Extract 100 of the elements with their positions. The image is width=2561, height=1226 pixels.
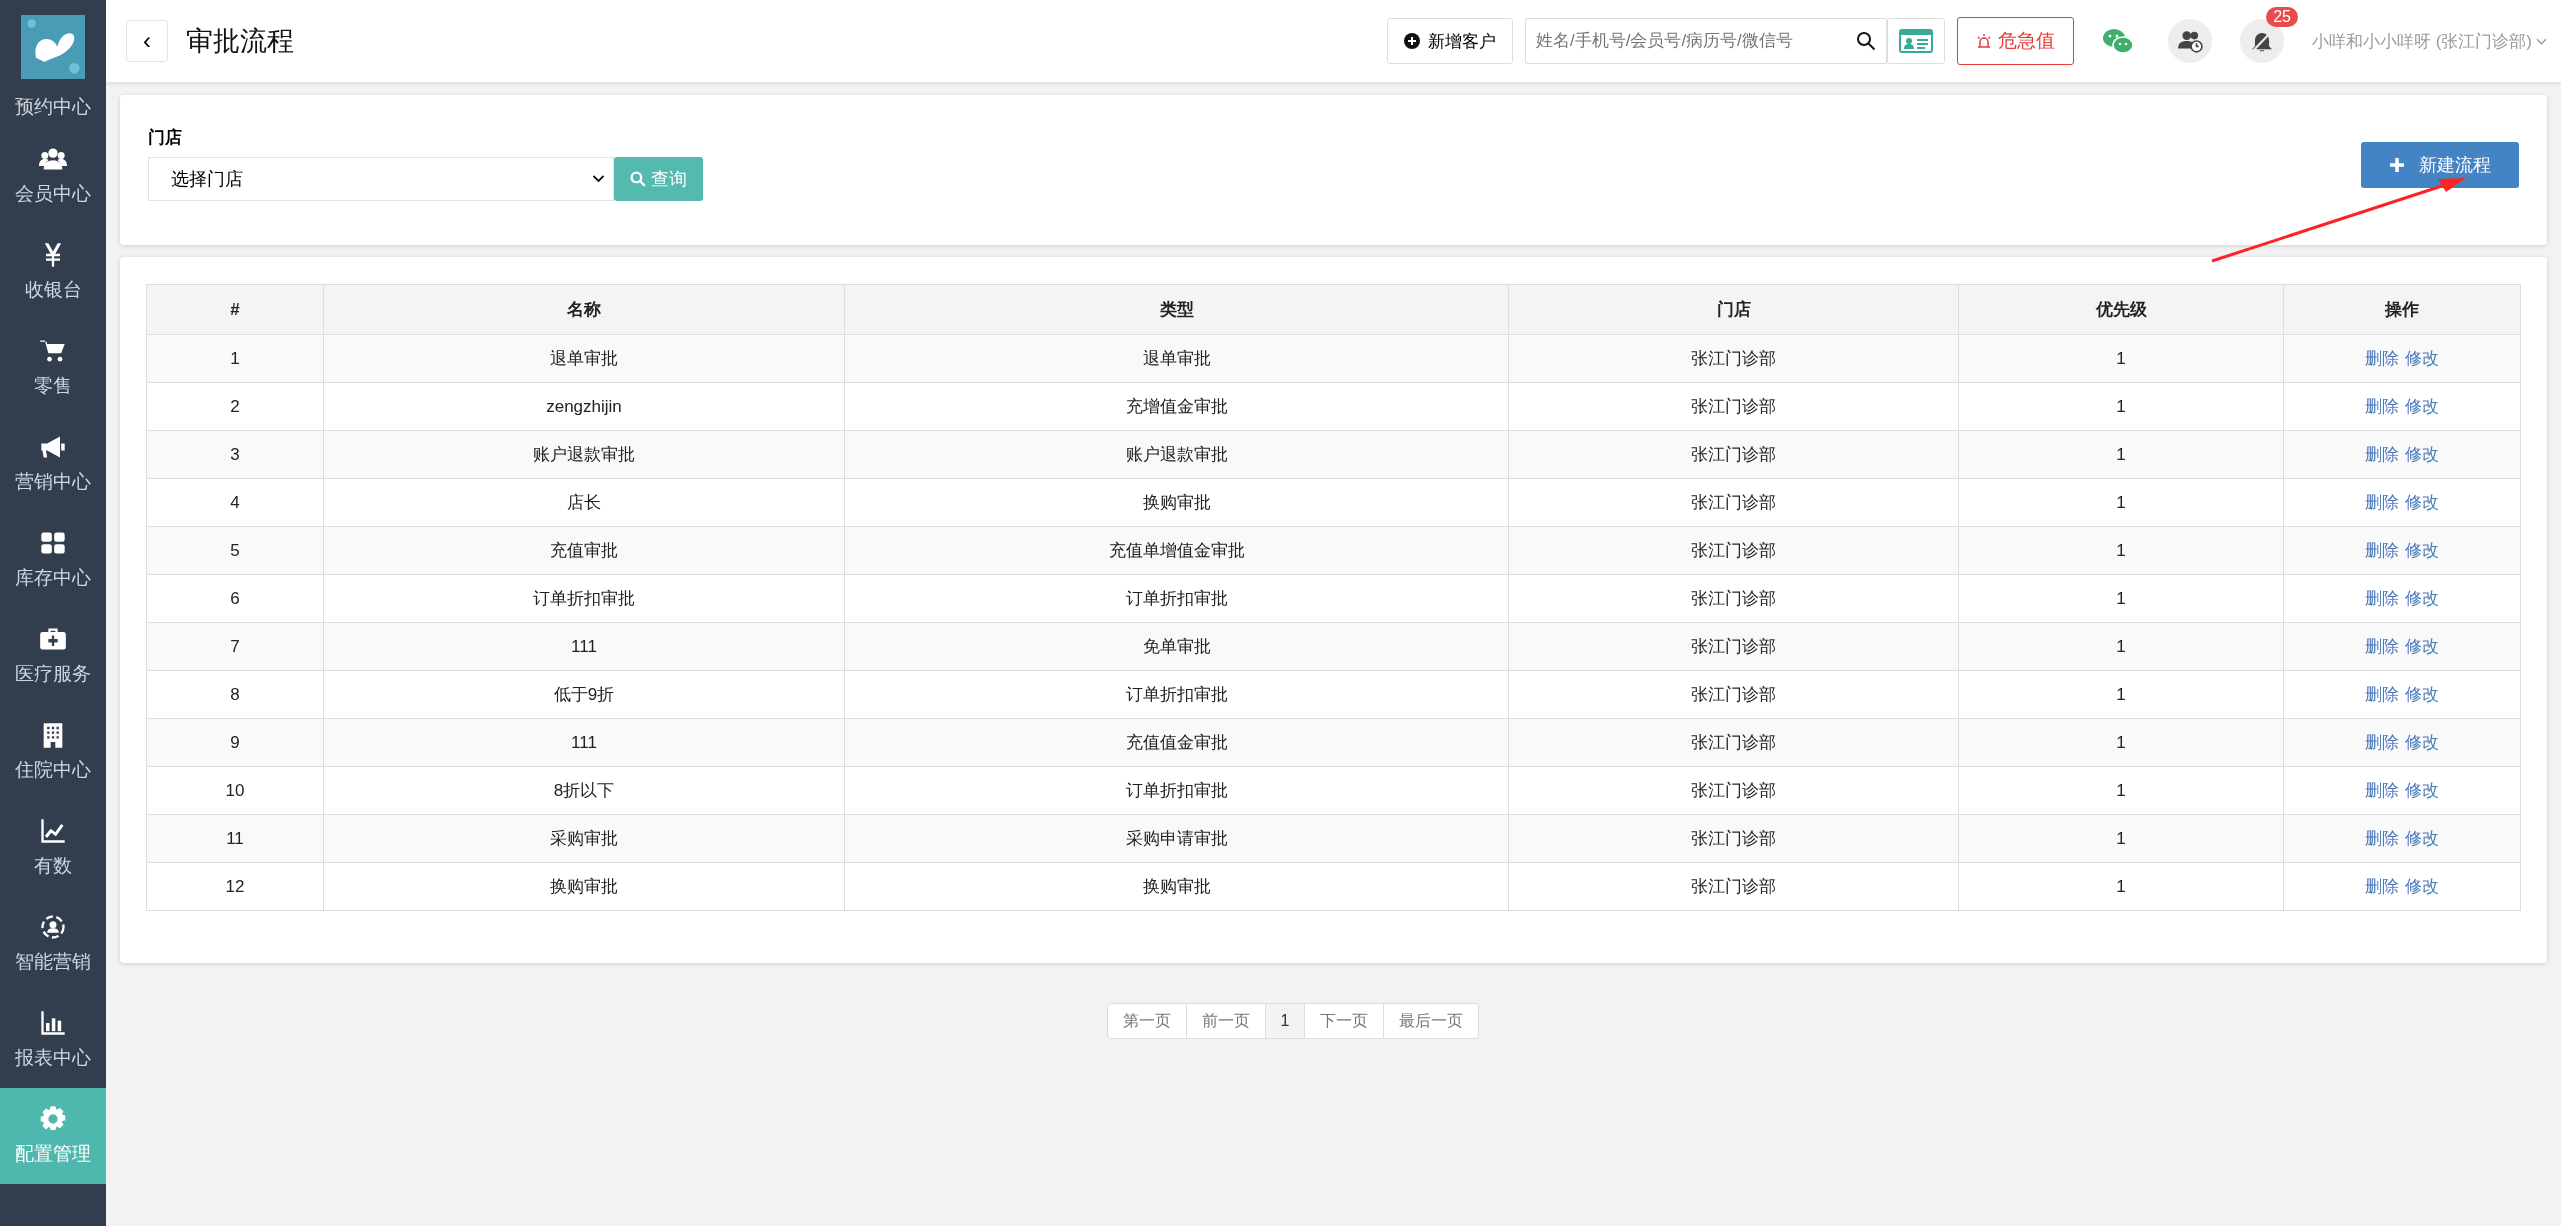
table-cell: 9 — [146, 718, 324, 767]
table-cell: 订单折扣审批 — [844, 670, 1509, 719]
sidebar-item[interactable]: 配置管理 — [0, 1088, 106, 1184]
table-cell: 订单折扣审批 — [323, 574, 845, 623]
chart-icon — [39, 817, 67, 845]
user-group-clock-icon — [2176, 28, 2203, 54]
table-cell: 1 — [1958, 814, 2284, 863]
network-icon — [39, 913, 67, 941]
page-button[interactable]: 最后一页 — [1383, 1003, 1480, 1039]
sidebar-item[interactable]: 智能营销 — [0, 896, 106, 992]
delete-link[interactable]: 删除 — [2365, 733, 2399, 752]
page-button[interactable]: 第一页 — [1106, 1003, 1187, 1039]
table-cell: 充值审批 — [323, 526, 845, 575]
column-header: 类型 — [844, 284, 1509, 335]
edit-link[interactable]: 修改 — [2405, 829, 2439, 848]
table-cell: 账户退款审批 — [323, 430, 845, 479]
table-cell: 1 — [1958, 670, 2284, 719]
table-cell: 1 — [146, 334, 324, 383]
edit-link[interactable]: 修改 — [2405, 733, 2439, 752]
plus-icon — [2389, 157, 2405, 173]
chevron-down-icon — [592, 174, 605, 183]
user-group-clock-button[interactable] — [2167, 19, 2212, 63]
column-header: 操作 — [2283, 284, 2521, 335]
critical-value-button[interactable]: 危急值 — [1956, 17, 2074, 65]
table-cell: 111 — [323, 622, 845, 671]
table-cell: zengzhijin — [323, 382, 845, 431]
delete-link[interactable]: 删除 — [2365, 493, 2399, 512]
edit-link[interactable]: 修改 — [2405, 685, 2439, 704]
edit-link[interactable]: 修改 — [2405, 349, 2439, 368]
table-cell: 1 — [1958, 430, 2284, 479]
settings-icon — [39, 1105, 67, 1133]
table-cell: 免单审批 — [844, 622, 1509, 671]
table-cell: 5 — [146, 526, 324, 575]
sidebar-item[interactable]: 营销中心 — [0, 416, 106, 512]
table-cell: 换购审批 — [844, 478, 1509, 527]
delete-link[interactable]: 删除 — [2365, 829, 2399, 848]
query-button[interactable]: 查询 — [614, 156, 703, 201]
page-button[interactable]: 下一页 — [1304, 1003, 1385, 1039]
sidebar-item[interactable]: 库存中心 — [0, 512, 106, 608]
bars-icon — [39, 1009, 67, 1037]
table-cell: 1 — [1958, 718, 2284, 767]
table-cell: 2 — [146, 382, 324, 431]
page-button[interactable]: 前一页 — [1185, 1003, 1266, 1039]
column-header: 名称 — [323, 284, 845, 335]
delete-link[interactable]: 删除 — [2365, 781, 2399, 800]
edit-link[interactable]: 修改 — [2405, 397, 2439, 416]
sidebar-item[interactable]: 住院中心 — [0, 704, 106, 800]
table-cell: 1 — [1958, 862, 2284, 911]
column-header: 优先级 — [1958, 284, 2284, 335]
table-cell: 1 — [1958, 382, 2284, 431]
edit-link[interactable]: 修改 — [2405, 493, 2439, 512]
edit-link[interactable]: 修改 — [2405, 541, 2439, 560]
caret-icon — [2536, 37, 2547, 45]
table-cell: 张江门诊部 — [1508, 622, 1959, 671]
search-icon — [630, 170, 646, 187]
table-cell: 采购审批 — [323, 814, 845, 863]
table-cell: 张江门诊部 — [1508, 862, 1959, 911]
chat-bubbles-icon[interactable] — [2101, 27, 2134, 55]
delete-link[interactable]: 删除 — [2365, 397, 2399, 416]
new-flow-button[interactable]: 新建流程 — [2361, 142, 2519, 188]
delete-link[interactable]: 删除 — [2365, 685, 2399, 704]
table-cell: 1 — [1958, 334, 2284, 383]
sidebar-item[interactable]: 有数 — [0, 800, 106, 896]
table-cell: 1 — [1958, 574, 2284, 623]
sidebar-item[interactable]: 零售 — [0, 320, 106, 416]
table-cell: 张江门诊部 — [1508, 478, 1959, 527]
table-cell: 1 — [1958, 622, 2284, 671]
edit-link[interactable]: 修改 — [2405, 637, 2439, 656]
delete-link[interactable]: 删除 — [2365, 637, 2399, 656]
table-cell: 10 — [146, 766, 324, 815]
id-card-icon — [1898, 29, 1933, 53]
table-cell: 订单折扣审批 — [844, 766, 1509, 815]
sidebar-item[interactable]: 医疗服务 — [0, 608, 106, 704]
delete-link[interactable]: 删除 — [2365, 541, 2399, 560]
delete-link[interactable]: 删除 — [2365, 589, 2399, 608]
store-select[interactable]: 选择门店 — [148, 156, 614, 201]
edit-link[interactable]: 修改 — [2405, 445, 2439, 464]
back-button[interactable]: ‹ — [126, 20, 168, 62]
sidebar-item[interactable]: 会员中心 — [0, 128, 106, 224]
page-button[interactable]: 1 — [1264, 1003, 1306, 1039]
delete-link[interactable]: 删除 — [2365, 349, 2399, 368]
column-header: 门店 — [1508, 284, 1959, 335]
edit-link[interactable]: 修改 — [2405, 877, 2439, 896]
edit-link[interactable]: 修改 — [2405, 781, 2439, 800]
table-cell: 张江门诊部 — [1508, 574, 1959, 623]
delete-link[interactable]: 删除 — [2365, 445, 2399, 464]
table-cell: 8折以下 — [323, 766, 845, 815]
table-cell: 充增值金审批 — [844, 382, 1509, 431]
edit-link[interactable]: 修改 — [2405, 589, 2439, 608]
sidebar-item[interactable]: 预约中心 — [0, 94, 106, 128]
user-menu[interactable]: 小咩和小小咩呀 (张江门诊部) — [2311, 29, 2547, 53]
table-cell: 张江门诊部 — [1508, 670, 1959, 719]
table-cell: 张江门诊部 — [1508, 718, 1959, 767]
table-cell: 换购审批 — [323, 862, 845, 911]
sidebar-item[interactable]: 收银台 — [0, 224, 106, 320]
delete-link[interactable]: 删除 — [2365, 877, 2399, 896]
sidebar-item[interactable]: 报表中心 — [0, 992, 106, 1088]
add-customer-button[interactable]: 新增客户 — [1386, 18, 1513, 64]
table-cell: 低于9折 — [323, 670, 845, 719]
table-cell: 张江门诊部 — [1508, 382, 1959, 431]
